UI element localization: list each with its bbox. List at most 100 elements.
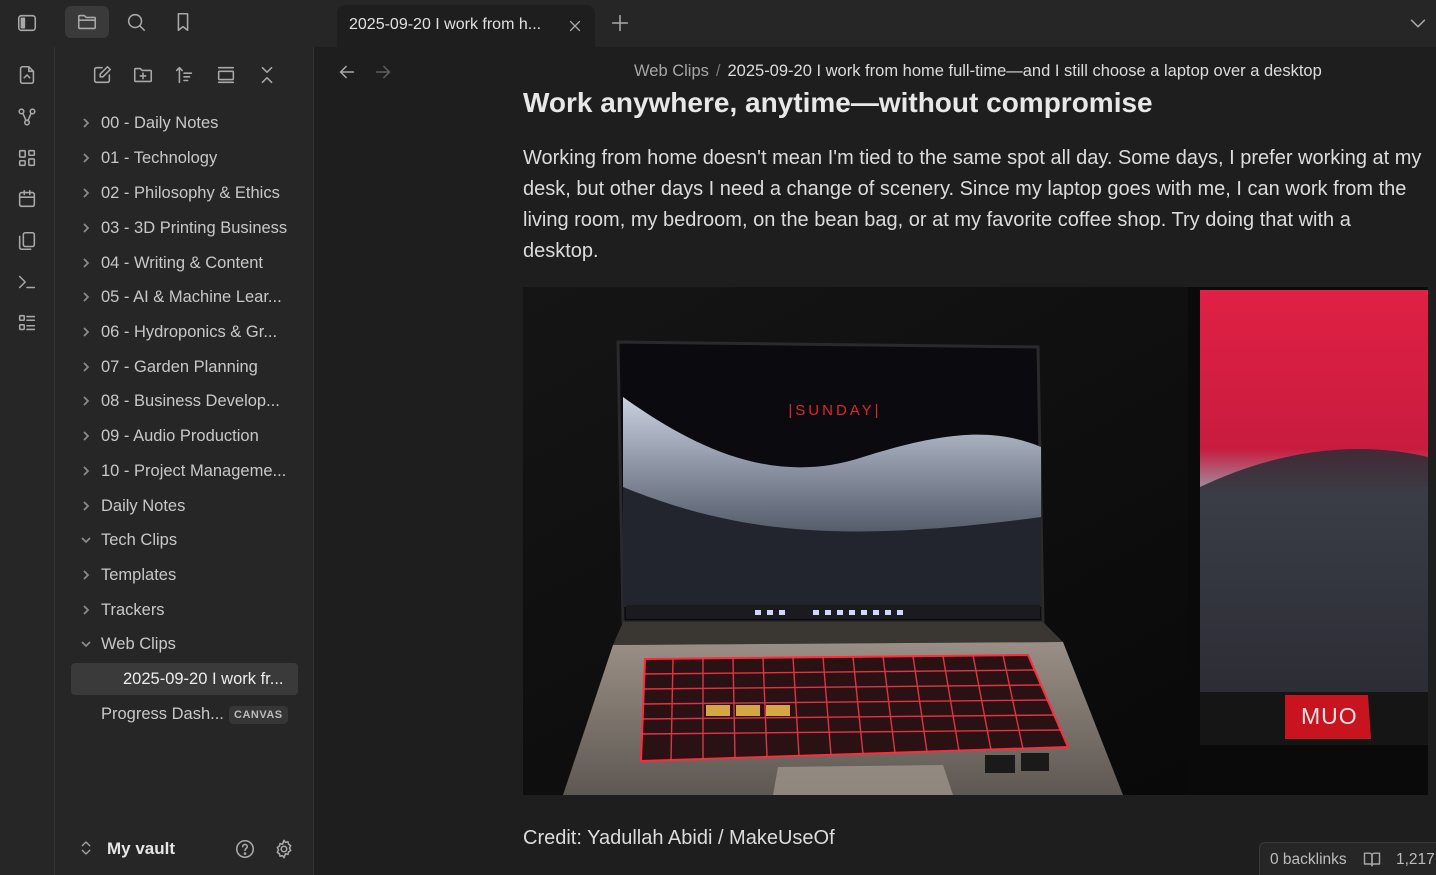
muo-watermark: MUO [1301,703,1358,729]
folder-item-08-business[interactable]: 08 - Business Develop... [55,385,314,417]
chevron-right-icon [79,360,93,374]
chevron-right-icon [79,394,93,408]
folder-label: 02 - Philosophy & Ethics [101,184,280,202]
collapse-all-icon[interactable] [253,61,281,89]
folder-item-tech-clips[interactable]: Tech Clips [55,524,314,556]
title-bar: 2025-09-20 I work from h... [0,0,1436,47]
folder-label: 05 - AI & Machine Lear... [101,288,282,306]
chevron-right-icon [79,568,93,582]
command-palette-icon[interactable] [13,268,41,296]
folder-label: 06 - Hydroponics & Gr... [101,323,278,341]
breadcrumb-folder[interactable]: Web Clips [634,62,709,80]
laptop-photo: |SUNDAY| [523,287,1428,795]
folder-label: Trackers [101,601,165,619]
folder-label: 09 - Audio Production [101,427,259,445]
close-icon[interactable] [563,15,587,37]
canvas-badge: CANVAS [229,706,288,724]
settings-gear-icon[interactable] [270,835,298,863]
chevron-right-icon [79,499,93,513]
open-quick-switcher-icon[interactable] [13,61,41,89]
breadcrumb: Web Clips / 2025-09-20 I work from home fu… [634,62,1322,81]
file-item-active[interactable]: 2025-09-20 I work fr... [71,663,298,695]
sidebar-toggle-icon[interactable] [12,10,42,36]
status-bar: 0 backlinks 1,217 [1259,842,1436,875]
search-icon[interactable] [122,8,150,36]
laptop-screen-text: |SUNDAY| [788,402,881,419]
chevron-right-icon [79,116,93,130]
canvas-icon[interactable] [13,144,41,172]
folder-item-web-clips[interactable]: Web Clips [55,628,314,660]
bookmark-icon[interactable] [169,8,197,36]
chevron-right-icon [79,221,93,235]
new-tab-plus-icon[interactable] [607,10,633,36]
backlinks-count[interactable]: 0 backlinks [1270,851,1347,869]
forward-arrow-icon[interactable] [370,59,396,85]
file-label: 2025-09-20 I work fr... [123,670,284,688]
breadcrumb-file[interactable]: 2025-09-20 I work from home full-time—an… [727,62,1321,80]
chevron-down-icon [79,637,93,651]
folder-item-daily-notes[interactable]: Daily Notes [55,490,314,522]
folder-item-templates[interactable]: Templates [55,559,314,591]
editor-pane: Web Clips / 2025-09-20 I work from home fu… [314,47,1436,875]
folder-label: 04 - Writing & Content [101,254,264,272]
article-image: |SUNDAY| MUO [523,287,1428,795]
chevron-right-icon [79,186,93,200]
chevron-down-icon [79,533,93,547]
sort-icon[interactable] [170,61,198,89]
daily-note-icon[interactable] [13,185,41,213]
file-explorer-tab[interactable] [65,6,109,38]
folder-label: Daily Notes [101,497,186,515]
folder-label: 10 - Project Manageme... [101,462,287,480]
folder-label: 01 - Technology [101,149,218,167]
folder-item-04-writing[interactable]: 04 - Writing & Content [55,247,314,279]
chevron-right-icon [79,256,93,270]
folder-item-09-audio[interactable]: 09 - Audio Production [55,420,314,452]
folder-label: Templates [101,566,177,584]
folder-item-05-ai[interactable]: 05 - AI & Machine Lear... [55,281,314,313]
chevron-right-icon [79,325,93,339]
folder-label: 07 - Garden Planning [101,358,258,376]
chevron-right-icon [79,429,93,443]
chevron-right-icon [79,290,93,304]
breadcrumb-separator: / [715,62,721,80]
collapse-view-icon[interactable] [212,61,240,89]
tab-list-chevron-down-icon[interactable] [1406,11,1430,35]
chevron-right-icon [79,603,93,617]
graph-view-icon[interactable] [13,103,41,131]
folder-item-03-3d-printing[interactable]: 03 - 3D Printing Business [55,212,314,244]
folder-label: 08 - Business Develop... [101,392,280,410]
folder-icon [76,11,98,33]
word-count: 1,217 [1396,851,1435,868]
vault-switcher-chevrons-icon[interactable] [75,837,97,859]
folder-item-trackers[interactable]: Trackers [55,594,314,626]
chevron-right-icon [79,464,93,478]
folder-item-07-garden[interactable]: 07 - Garden Planning [55,351,314,383]
outline-icon[interactable] [13,309,41,337]
vault-name[interactable]: My vault [107,839,175,859]
new-note-icon[interactable] [88,61,116,89]
folder-item-00-daily-notes[interactable]: 00 - Daily Notes [55,107,314,139]
folder-item-06-hydroponics[interactable]: 06 - Hydroponics & Gr... [55,316,314,348]
help-icon[interactable] [231,835,259,863]
folder-item-10-project[interactable]: 10 - Project Manageme... [55,455,314,487]
folder-label: Web Clips [101,635,176,653]
vault-footer: My vault [55,807,314,875]
left-ribbon [0,47,55,875]
file-explorer: 00 - Daily Notes 01 - Technology 02 - Ph… [55,47,314,875]
note-paragraph: Working from home doesn't mean I'm tied … [523,147,1422,262]
chevron-right-icon [79,151,93,165]
tab-title: 2025-09-20 I work from h... [349,16,542,33]
image-caption: Credit: Yadullah Abidi / MakeUseOf [523,827,835,849]
file-item-progress-dashboard[interactable]: Progress Dash... CANVAS [55,698,314,730]
file-label: Progress Dash... [101,705,224,723]
back-arrow-icon[interactable] [334,59,360,85]
reading-mode-book-icon[interactable] [1360,848,1384,870]
note-heading: Work anywhere, anytime—without compromis… [523,87,1153,118]
new-folder-icon[interactable] [129,61,157,89]
tab-current-note[interactable]: 2025-09-20 I work from h... [337,5,595,47]
folder-label: 03 - 3D Printing Business [101,219,288,237]
templates-icon[interactable] [13,227,41,255]
folder-item-02-philosophy[interactable]: 02 - Philosophy & Ethics [55,177,314,209]
folder-item-01-technology[interactable]: 01 - Technology [55,142,314,174]
folder-label: Tech Clips [101,531,178,549]
